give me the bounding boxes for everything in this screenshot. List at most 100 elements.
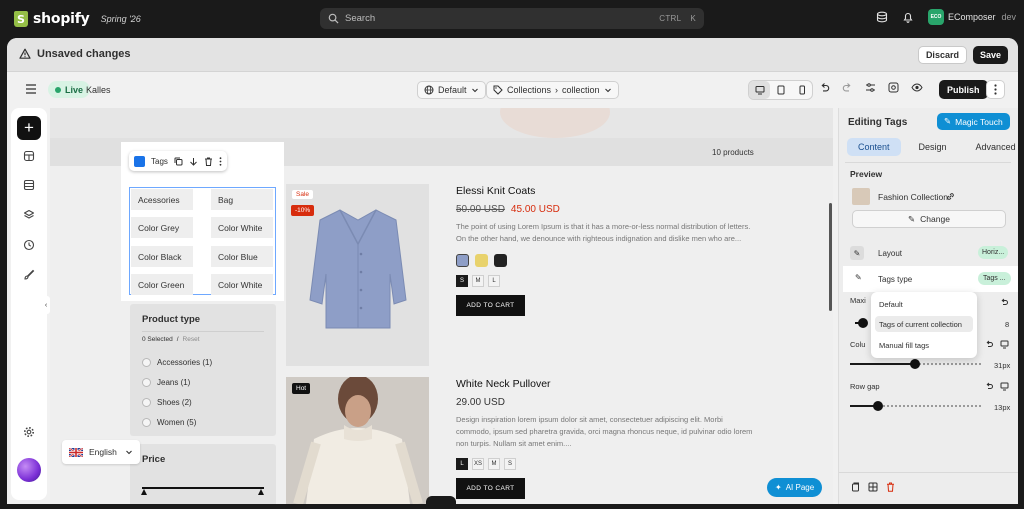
sections-button[interactable] (19, 146, 39, 166)
size-option[interactable]: XS (472, 458, 484, 470)
dropdown-option-selected[interactable]: Tags of current collection (875, 316, 973, 332)
price-max-handle-icon[interactable] (258, 489, 264, 495)
save-button[interactable]: Save (972, 46, 1008, 64)
tag-item[interactable]: Color Black (131, 246, 193, 267)
desktop-icon[interactable] (1000, 382, 1009, 391)
product-image[interactable]: Sale -10% (286, 184, 429, 366)
swatch-blue[interactable] (456, 254, 469, 267)
redo-icon[interactable] (842, 82, 853, 93)
size-option[interactable]: M (488, 458, 500, 470)
max-slider-knob[interactable] (858, 318, 868, 328)
tag-item[interactable]: Color Grey (131, 217, 193, 238)
page-breadcrumb[interactable]: Collections › collection (486, 81, 619, 99)
ai-page-label: AI Page (785, 483, 815, 492)
size-option[interactable]: L (488, 275, 500, 287)
history-button[interactable] (19, 235, 39, 255)
layers-button[interactable] (19, 205, 39, 225)
tags-widget[interactable]: Tags Acessories Bag Color Grey Color Whi… (122, 143, 283, 300)
row-gap-knob[interactable] (873, 401, 883, 411)
dropdown-option[interactable]: Default (875, 296, 973, 312)
desktop-view-button[interactable] (749, 81, 770, 99)
trash-icon[interactable] (204, 157, 213, 166)
global-search-input[interactable]: Search CTRL K (320, 8, 704, 29)
ai-page-button[interactable]: ✦ AI Page (767, 478, 823, 497)
product-image[interactable]: Hot (286, 377, 429, 504)
dropdown-option[interactable]: Manual fill tags (875, 337, 973, 353)
tags-type-value-pill[interactable]: Tags ... (978, 272, 1011, 285)
mobile-view-button[interactable] (791, 81, 812, 99)
tab-advanced[interactable]: Advanced (965, 138, 1018, 156)
database-icon[interactable] (876, 11, 888, 23)
store-env: dev (1001, 12, 1017, 22)
tablet-icon (777, 85, 784, 95)
filter-option[interactable]: Women (5) (142, 412, 212, 432)
filter-option[interactable]: Accessories (1) (142, 352, 212, 372)
reset-icon[interactable] (985, 382, 994, 391)
product-title[interactable]: Elessi Knit Coats (456, 185, 756, 197)
eye-icon[interactable] (911, 82, 923, 93)
more-options-button[interactable] (986, 80, 1005, 99)
inspect-icon[interactable] (888, 82, 899, 93)
tag-item[interactable]: Acessories (131, 189, 193, 210)
tag-item[interactable]: Color Blue (211, 246, 273, 267)
price-min-handle-icon[interactable] (141, 489, 147, 495)
shopify-logo[interactable]: S shopify Spring '26 (14, 11, 141, 27)
price-range-track[interactable] (142, 487, 264, 489)
bottom-collapse-tab[interactable] (426, 496, 456, 504)
undo-icon[interactable] (819, 82, 830, 93)
add-element-button[interactable]: + (17, 116, 41, 140)
settings-sliders-icon[interactable] (865, 82, 876, 93)
filter-reset-link[interactable]: Reset (183, 336, 200, 343)
filter-option[interactable]: Jeans (1) (142, 372, 212, 392)
tablet-view-button[interactable] (770, 81, 791, 99)
size-option[interactable]: S (504, 458, 516, 470)
brush-button[interactable] (19, 265, 39, 285)
reset-icon[interactable] (1000, 298, 1009, 307)
settings-button[interactable] (19, 422, 39, 442)
size-option[interactable]: S (456, 275, 468, 287)
arrow-down-icon[interactable] (189, 157, 198, 166)
trash-icon[interactable] (886, 482, 895, 492)
publish-button[interactable]: Publish (939, 80, 988, 99)
sparkle-icon: ✦ (775, 483, 782, 492)
tag-item[interactable]: Bag (211, 189, 273, 210)
desktop-icon[interactable] (1000, 340, 1009, 349)
link-icon[interactable] (946, 192, 955, 201)
swatch-yellow[interactable] (475, 254, 488, 267)
reset-icon[interactable] (985, 340, 994, 349)
grid-icon[interactable] (868, 482, 878, 492)
language-selector[interactable]: Default (417, 81, 486, 99)
tags-type-row[interactable]: ✎ Tags type Tags ... (843, 266, 1018, 292)
size-option[interactable]: M (472, 275, 484, 287)
product-title[interactable]: White Neck Pullover (456, 378, 756, 390)
tab-design[interactable]: Design (908, 138, 958, 156)
magic-touch-button[interactable]: ✎ Magic Touch (937, 113, 1010, 130)
bell-icon[interactable] (902, 11, 914, 23)
add-to-cart-button[interactable]: ADD TO CART (456, 478, 525, 499)
column-gap-knob[interactable] (910, 359, 920, 369)
duplicate-icon[interactable] (174, 157, 183, 166)
shopify-top-bar: S shopify Spring '26 Search CTRL K ECO EC… (0, 0, 1024, 38)
sale-price: 45.00 USD (510, 204, 560, 215)
menu-icon[interactable] (25, 84, 37, 94)
layout-button[interactable] (19, 175, 39, 195)
ai-assistant-orb[interactable] (17, 458, 41, 482)
column-gap-track[interactable] (850, 363, 915, 365)
tag-item[interactable]: Color White (211, 217, 273, 238)
language-switcher[interactable]: English (62, 440, 140, 464)
size-option[interactable]: L (456, 458, 468, 470)
copy-icon[interactable] (851, 482, 860, 492)
swatch-black[interactable] (494, 254, 507, 267)
tag-item[interactable]: Color White (211, 274, 273, 295)
tab-content[interactable]: Content (847, 138, 901, 156)
change-collection-button[interactable]: ✎ Change (852, 210, 1006, 228)
layout-value-pill[interactable]: Horiz... (978, 246, 1009, 259)
canvas-scrollbar[interactable] (829, 203, 832, 311)
rail-collapse-handle[interactable]: ‹ (42, 296, 50, 314)
store-switcher[interactable]: ECO EComposer dev (928, 9, 1016, 25)
filter-option[interactable]: Shoes (2) (142, 392, 212, 412)
tag-item[interactable]: Color Green (131, 274, 193, 295)
more-vertical-icon[interactable] (219, 156, 222, 166)
discard-button[interactable]: Discard (917, 46, 967, 64)
add-to-cart-button[interactable]: ADD TO CART (456, 295, 525, 316)
